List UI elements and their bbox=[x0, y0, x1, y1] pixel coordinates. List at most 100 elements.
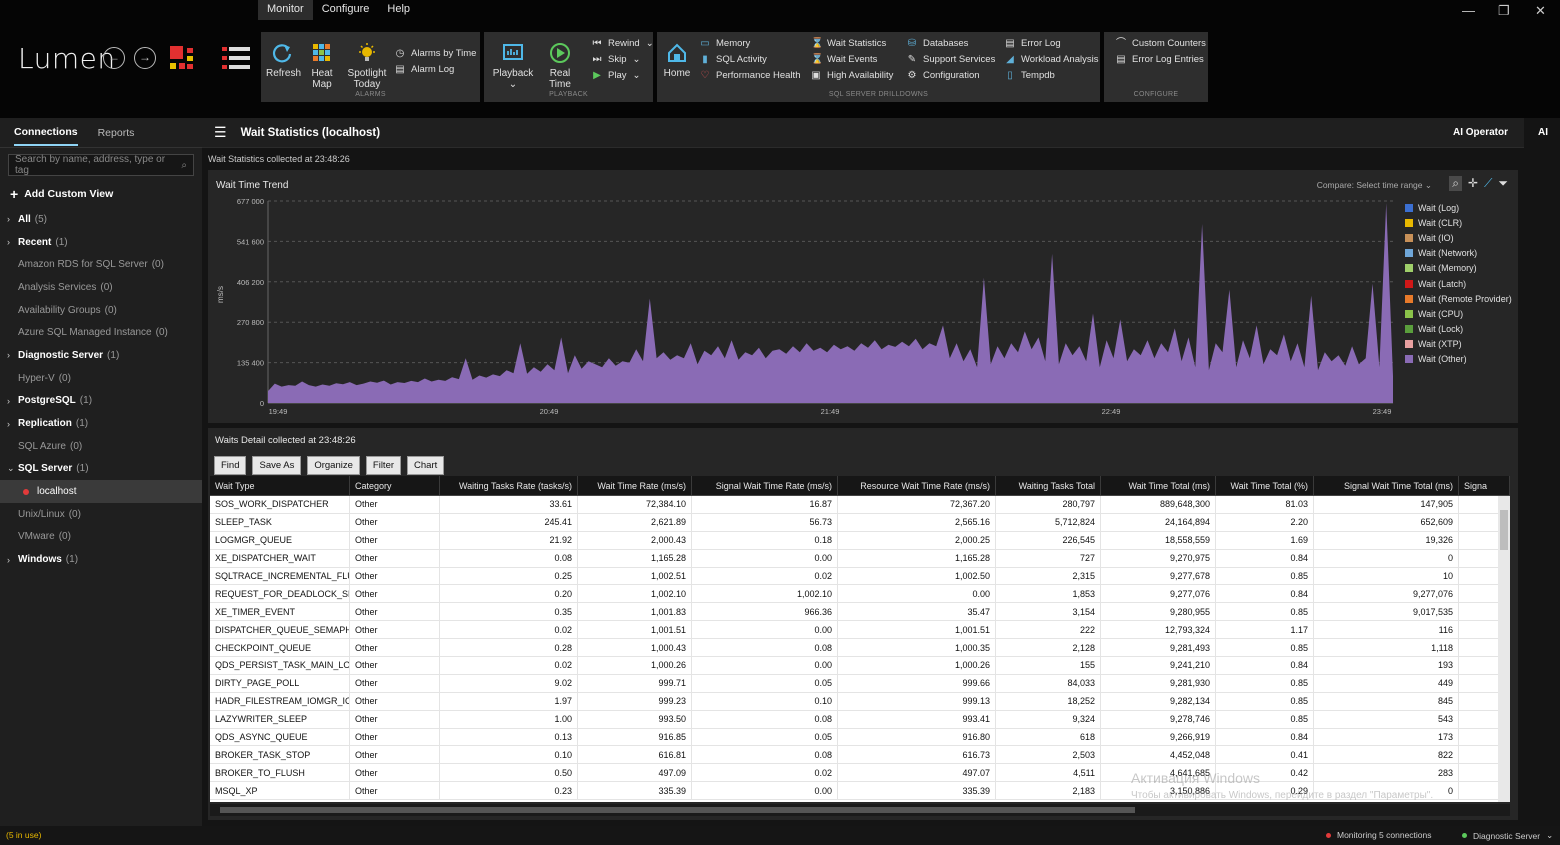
column-header[interactable]: Resource Wait Time Rate (ms/s) bbox=[838, 476, 996, 495]
alarms-by-time-button[interactable]: ◷ Alarms by Time bbox=[395, 48, 477, 59]
table-row[interactable]: BROKER_TASK_STOP Other 0.10 616.81 0.08 616.7… bbox=[210, 746, 1510, 765]
zoom-icon[interactable]: ⌕ bbox=[1449, 176, 1462, 191]
column-header[interactable]: Wait Time Rate (ms/s) bbox=[578, 476, 692, 495]
vertical-scrollbar[interactable] bbox=[1498, 496, 1510, 802]
search-input[interactable]: Search by name, address, type or tag ⌕ bbox=[8, 154, 194, 176]
table-row[interactable]: SOS_WORK_DISPATCHER Other 33.61 72,384.10 16… bbox=[210, 496, 1510, 514]
chart-plot[interactable]: 677 000 541 600 406 200 270 800 135 400 0 19:4… bbox=[208, 170, 1403, 423]
column-header[interactable]: Signal Wait Time Total (ms) bbox=[1314, 476, 1459, 495]
column-header[interactable]: Waiting Tasks Rate (tasks/s) bbox=[440, 476, 578, 495]
legend-item[interactable]: Wait (Remote Provider) bbox=[1405, 291, 1512, 306]
legend-item[interactable]: Wait (Latch) bbox=[1405, 276, 1512, 291]
status-monitoring[interactable]: Monitoring 5 connections bbox=[1326, 830, 1432, 840]
sidebar-item[interactable]: Amazon RDS for SQL Server (0) bbox=[0, 253, 202, 276]
sidebar-item[interactable]: localhost bbox=[0, 480, 202, 503]
ai-operator-button[interactable]: AI Operator bbox=[1453, 127, 1508, 138]
filter-icon[interactable]: ⏷ bbox=[1498, 176, 1508, 191]
sidebar-item[interactable]: › Replication (1) bbox=[0, 412, 202, 435]
menu-configure[interactable]: Configure bbox=[313, 0, 379, 20]
horizontal-scrollbar[interactable] bbox=[210, 804, 1510, 816]
heat-map-button[interactable]: Heat Map bbox=[301, 42, 343, 90]
play-button[interactable]: ▶ Play ⌄ bbox=[592, 70, 640, 81]
memory-button[interactable]: ▭ Memory bbox=[700, 38, 750, 49]
table-row[interactable]: DISPATCHER_QUEUE_SEMAPHORIOther0.021,001… bbox=[210, 621, 1510, 640]
table-row[interactable]: SQLTRACE_INCREMENTAL_FLUSH_Other0.251,00… bbox=[210, 567, 1510, 586]
chevron-icon[interactable]: › bbox=[7, 396, 18, 406]
chevron-icon[interactable]: ⌄ bbox=[7, 463, 18, 474]
chevron-icon[interactable]: › bbox=[7, 555, 18, 565]
filter-button[interactable]: Filter bbox=[365, 456, 402, 475]
legend-item[interactable]: Wait (Network) bbox=[1405, 246, 1512, 261]
tab-connections[interactable]: Connections bbox=[14, 120, 78, 146]
table-row[interactable]: QDS_ASYNC_QUEUE Other 0.13 916.85 0.05 916.80… bbox=[210, 728, 1510, 747]
sidebar-item[interactable]: › All (5) bbox=[0, 208, 202, 231]
table-row[interactable]: HADR_FILESTREAM_IOMGR_IOCOOther1.97999.2… bbox=[210, 692, 1510, 711]
alarm-log-button[interactable]: ▤ Alarm Log bbox=[395, 64, 454, 75]
legend-item[interactable]: Wait (XTP) bbox=[1405, 337, 1512, 352]
sidebar-item[interactable]: Analysis Services (0) bbox=[0, 276, 202, 299]
sidebar-item[interactable]: Azure SQL Managed Instance (0) bbox=[0, 321, 202, 344]
legend-item[interactable]: Wait (Memory) bbox=[1405, 261, 1512, 276]
table-row[interactable]: DIRTY_PAGE_POLL Other 9.02 999.71 0.05 999.66… bbox=[210, 674, 1510, 693]
spotlight-today-button[interactable]: Spotlight Today bbox=[346, 42, 388, 90]
sidebar-item[interactable]: › Diagnostic Server (1) bbox=[0, 344, 202, 367]
chevron-icon[interactable]: › bbox=[7, 350, 18, 360]
ai-tab[interactable]: AI bbox=[1538, 127, 1548, 138]
forward-icon[interactable]: → bbox=[134, 47, 156, 69]
column-header[interactable]: Category bbox=[350, 476, 440, 495]
add-custom-view-button[interactable]: + Add Custom View bbox=[0, 182, 202, 206]
home-button[interactable]: Home bbox=[662, 42, 692, 79]
legend-item[interactable]: Wait (Lock) bbox=[1405, 322, 1512, 337]
custom-counters-button[interactable]: ⌒ Custom Counters bbox=[1116, 38, 1206, 49]
workload-analysis-button[interactable]: ◢ Workload Analysis bbox=[1005, 54, 1098, 65]
tab-reports[interactable]: Reports bbox=[98, 121, 135, 145]
organize-button[interactable]: Organize bbox=[307, 456, 360, 475]
chevron-icon[interactable]: › bbox=[7, 419, 18, 429]
sidebar-item[interactable]: Availability Groups (0) bbox=[0, 299, 202, 322]
table-row[interactable]: LOGMGR_QUEUE Other 21.92 2,000.43 0.18 2,000.… bbox=[210, 531, 1510, 550]
sidebar-item[interactable]: Unix/Linux (0) bbox=[0, 503, 202, 526]
find-button[interactable]: Find bbox=[214, 456, 247, 475]
column-header[interactable]: Wait Time Total (%) bbox=[1216, 476, 1314, 495]
close-icon[interactable]: ✕ bbox=[1535, 3, 1546, 19]
configuration-button[interactable]: ⚙ Configuration bbox=[907, 70, 980, 81]
table-row[interactable]: XE_TIMER_EVENT Other 0.35 1,001.83 966.36 35.… bbox=[210, 603, 1510, 622]
high-availability-button[interactable]: ▣ High Availability bbox=[811, 70, 893, 81]
column-header[interactable]: Signal Wait Time Rate (ms/s) bbox=[692, 476, 838, 495]
alarm-status-icon[interactable] bbox=[170, 46, 200, 72]
chevron-icon[interactable]: › bbox=[7, 237, 18, 247]
wait-events-button[interactable]: ⌛ Wait Events bbox=[811, 54, 877, 65]
error-log-entries-button[interactable]: ▤ Error Log Entries bbox=[1116, 54, 1204, 65]
sidebar-item[interactable]: ⌄ SQL Server (1) bbox=[0, 458, 202, 481]
table-row[interactable]: LAZYWRITER_SLEEP Other 1.00 993.50 0.08 993.4… bbox=[210, 710, 1510, 729]
refresh-button[interactable]: Refresh bbox=[266, 42, 301, 79]
chevron-icon[interactable]: › bbox=[7, 214, 18, 224]
column-header[interactable]: Wait Time Total (ms) bbox=[1101, 476, 1216, 495]
skip-button[interactable]: ⏭ Skip ⌄ bbox=[592, 54, 641, 65]
maximize-icon[interactable]: ❐ bbox=[1498, 3, 1510, 19]
error-log-button[interactable]: ▤ Error Log bbox=[1005, 38, 1060, 49]
sidebar-item[interactable]: › Recent (1) bbox=[0, 231, 202, 254]
tempdb-button[interactable]: ▯ Tempdb bbox=[1005, 70, 1055, 81]
save-as-button[interactable]: Save As bbox=[252, 456, 302, 475]
sidebar-item[interactable]: SQL Azure (0) bbox=[0, 435, 202, 458]
column-header[interactable]: Signa bbox=[1459, 476, 1510, 495]
sidebar-item[interactable]: › PostgreSQL (1) bbox=[0, 390, 202, 413]
sidebar-item[interactable]: › Windows (1) bbox=[0, 548, 202, 571]
sql-activity-button[interactable]: ▮ SQL Activity bbox=[700, 54, 767, 65]
status-diagnostic-server[interactable]: Diagnostic Server ⌄ bbox=[1462, 830, 1553, 841]
menu-monitor[interactable]: Monitor bbox=[258, 0, 313, 20]
trend-icon[interactable]: ⟋ bbox=[1484, 176, 1492, 191]
sidebar-item[interactable]: Hyper-V (0) bbox=[0, 367, 202, 390]
performance-health-button[interactable]: ♡ Performance Health bbox=[700, 70, 801, 81]
legend-item[interactable]: Wait (Other) bbox=[1405, 352, 1512, 367]
column-header[interactable]: Wait Type bbox=[210, 476, 350, 495]
list-view-icon[interactable] bbox=[222, 47, 250, 69]
column-header[interactable]: Waiting Tasks Total bbox=[996, 476, 1101, 495]
legend-item[interactable]: Wait (Log) bbox=[1405, 200, 1512, 215]
databases-button[interactable]: ⛁ Databases bbox=[907, 38, 969, 49]
table-row[interactable]: BROKER_TO_FLUSH Other 0.50 497.09 0.02 497.07… bbox=[210, 764, 1510, 783]
menu-help[interactable]: Help bbox=[378, 0, 419, 20]
table-row[interactable]: CHECKPOINT_QUEUE Other 0.28 1,000.43 0.08 1,0… bbox=[210, 639, 1510, 658]
back-icon[interactable]: ← bbox=[103, 47, 125, 69]
